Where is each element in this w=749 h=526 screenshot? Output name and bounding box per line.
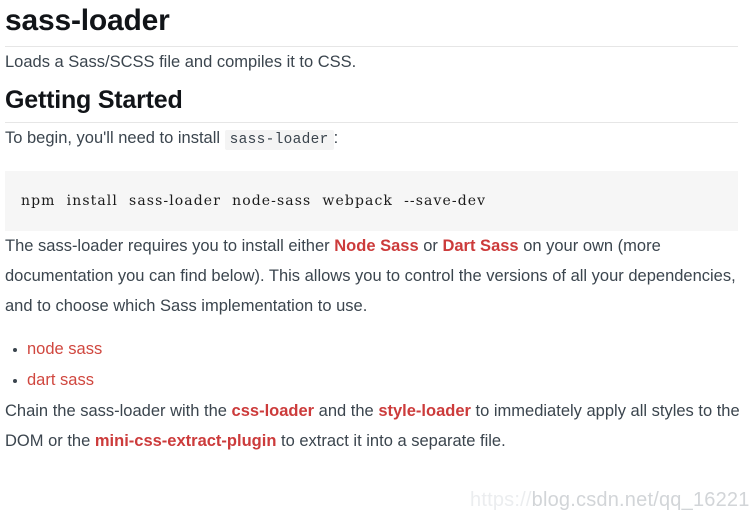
chaining-text-4: to extract it into a separate file. xyxy=(276,432,506,450)
link-dart-sass-list[interactable]: dart sass xyxy=(27,371,94,389)
requirements-text-1: The sass-loader requires you to install … xyxy=(5,237,335,255)
intro-paragraph: Loads a Sass/SCSS file and compiles it t… xyxy=(5,53,357,71)
chaining-text-1: Chain the sass-loader with the xyxy=(5,402,232,420)
install-instruction-paragraph: To begin, you'll need to install sass-lo… xyxy=(5,123,740,155)
link-css-loader[interactable]: css-loader xyxy=(232,402,315,420)
list-item: dart sass xyxy=(13,365,740,396)
section-heading-getting-started: Getting Started xyxy=(5,86,183,114)
link-mini-css-extract-plugin[interactable]: mini-css-extract-plugin xyxy=(95,432,277,450)
documentation-page: sass-loader Loads a Sass/SCSS file and c… xyxy=(0,0,749,526)
link-dart-sass[interactable]: Dart Sass xyxy=(442,237,518,255)
link-node-sass-list[interactable]: node sass xyxy=(27,340,102,358)
install-instruction-suffix: : xyxy=(333,129,339,147)
implementation-link-list: node sass dart sass xyxy=(5,321,740,396)
install-instruction-prefix: To begin, you'll need to install xyxy=(5,129,221,147)
link-node-sass[interactable]: Node Sass xyxy=(334,237,418,255)
watermark-prefix: https:// xyxy=(470,489,532,511)
code-block-text: npm install sass-loader node-sass webpac… xyxy=(21,193,487,209)
page-title: sass-loader xyxy=(5,4,170,37)
link-style-loader[interactable]: style-loader xyxy=(378,402,471,420)
list-item: node sass xyxy=(13,334,740,365)
watermark: https://blog.csdn.net/qq_16221009 xyxy=(470,489,749,512)
chaining-paragraph: Chain the sass-loader with the css-loade… xyxy=(5,396,740,456)
inline-code-sass-loader: sass-loader xyxy=(224,130,334,150)
content-container: sass-loader Loads a Sass/SCSS file and c… xyxy=(0,0,749,456)
requirements-paragraph: The sass-loader requires you to install … xyxy=(5,231,740,321)
watermark-url: blog.csdn.net/qq_16221009 xyxy=(531,489,749,511)
code-block-install: npm install sass-loader node-sass webpac… xyxy=(5,171,738,231)
requirements-text-2: or xyxy=(418,237,443,255)
chaining-text-2: and the xyxy=(314,402,379,420)
